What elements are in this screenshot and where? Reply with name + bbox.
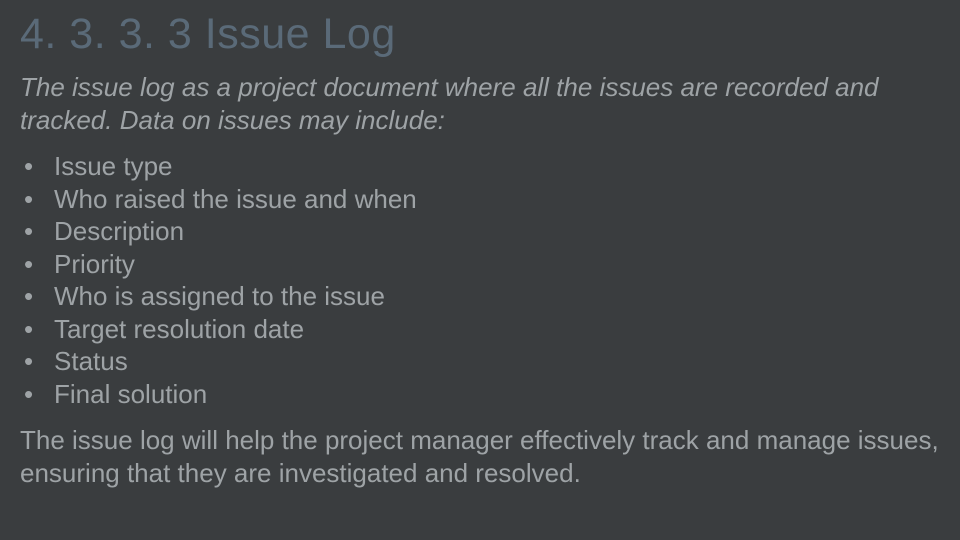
list-item-label: Description	[54, 215, 184, 248]
list-item-label: Issue type	[54, 150, 173, 183]
list-item: •Priority	[24, 248, 940, 281]
list-item: •Description	[24, 215, 940, 248]
bullet-icon: •	[24, 150, 54, 183]
list-item-label: Who raised the issue and when	[54, 183, 417, 216]
bullet-icon: •	[24, 183, 54, 216]
list-item: •Final solution	[24, 378, 940, 411]
list-item: •Status	[24, 345, 940, 378]
list-item: •Who is assigned to the issue	[24, 280, 940, 313]
bullet-icon: •	[24, 280, 54, 313]
slide-container: 4. 3. 3. 3 Issue Log The issue log as a …	[0, 0, 960, 540]
bullet-icon: •	[24, 378, 54, 411]
list-item-label: Who is assigned to the issue	[54, 280, 385, 313]
list-item-label: Priority	[54, 248, 135, 281]
bullet-icon: •	[24, 313, 54, 346]
bullet-list: •Issue type •Who raised the issue and wh…	[20, 150, 940, 410]
bullet-icon: •	[24, 345, 54, 378]
list-item: •Target resolution date	[24, 313, 940, 346]
bullet-icon: •	[24, 215, 54, 248]
bullet-icon: •	[24, 248, 54, 281]
list-item-label: Status	[54, 345, 128, 378]
list-item-label: Final solution	[54, 378, 207, 411]
list-item-label: Target resolution date	[54, 313, 304, 346]
list-item: •Who raised the issue and when	[24, 183, 940, 216]
conclusion-paragraph: The issue log will help the project mana…	[20, 424, 940, 489]
intro-paragraph: The issue log as a project document wher…	[20, 71, 940, 136]
list-item: •Issue type	[24, 150, 940, 183]
slide-title: 4. 3. 3. 3 Issue Log	[20, 10, 940, 59]
